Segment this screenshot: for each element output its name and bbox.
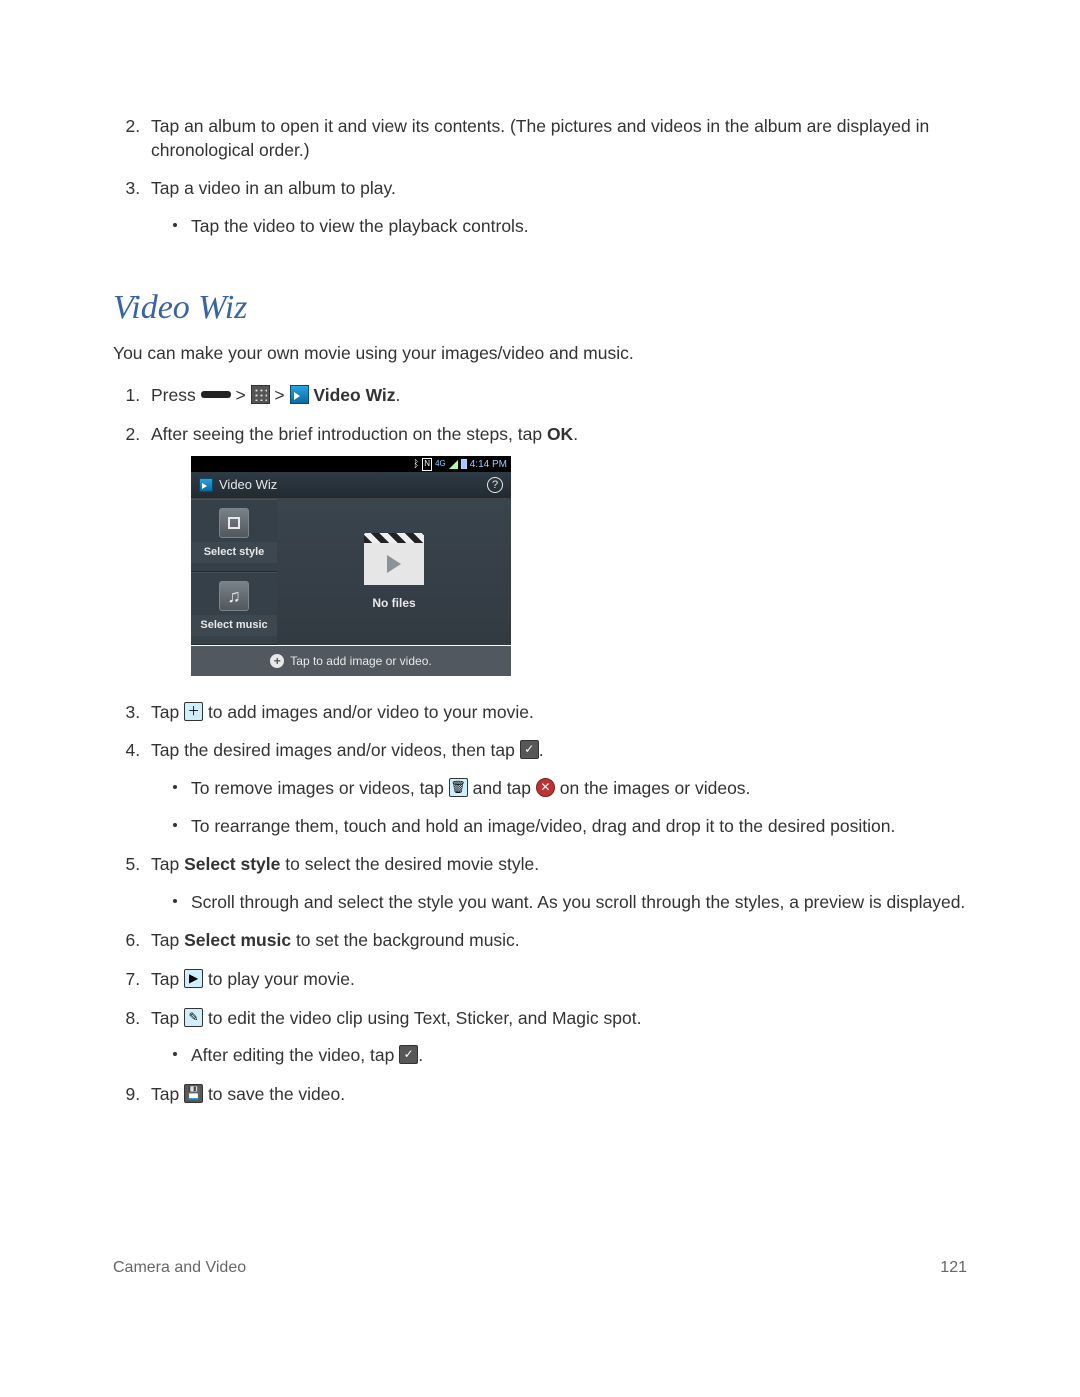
step-5-sub-1: Scroll through and select the style you …: [183, 891, 967, 915]
battery-icon: [461, 459, 467, 469]
app-title: Video Wiz: [219, 476, 277, 494]
section-intro: You can make your own movie using your i…: [113, 342, 967, 366]
add-icon: ＋: [184, 702, 203, 721]
bluetooth-icon: ᛒ: [413, 458, 419, 472]
prior-step-3-text: Tap a video in an album to play.: [151, 178, 396, 198]
save-disk-icon: 💾: [184, 1084, 203, 1103]
4g-icon: 4G: [435, 459, 446, 470]
sidebar: Select style ♫ Select music: [191, 499, 277, 645]
step-4-sub-1: To remove images or videos, tap 🗑 and ta…: [183, 777, 967, 801]
checkmark-icon: ✓: [399, 1045, 418, 1064]
step-5: Tap Select style to select the desired m…: [145, 853, 967, 914]
page-footer: Camera and Video 121: [113, 1257, 967, 1279]
video-wiz-icon: [290, 385, 309, 404]
add-media-bar[interactable]: + Tap to add image or video.: [191, 646, 511, 676]
step-7: Tap ▶ to play your movie.: [145, 968, 967, 992]
video-wiz-steps: Press > > Video Wiz. After seeing the br…: [113, 384, 967, 1107]
prior-step-3: Tap a video in an album to play. Tap the…: [145, 177, 967, 238]
status-time: 4:14 PM: [470, 458, 507, 472]
footer-page-number: 121: [940, 1257, 967, 1279]
checkmark-icon: ✓: [520, 740, 539, 759]
select-music-button[interactable]: ♫ Select music: [191, 572, 277, 645]
play-circle-icon: ▶: [184, 969, 203, 988]
apps-grid-icon: [251, 385, 270, 404]
edit-pencil-icon: ✎: [184, 1008, 203, 1027]
step-8-sub-1: After editing the video, tap ✓.: [183, 1044, 967, 1068]
music-icon: ♫: [227, 584, 241, 608]
add-media-label: Tap to add image or video.: [290, 653, 431, 669]
app-title-bar: Video Wiz ?: [191, 472, 511, 499]
step-2: After seeing the brief introduction on t…: [145, 423, 967, 676]
status-bar: ᛒ N 4G 4:14 PM: [191, 456, 511, 472]
remove-x-icon: ✕: [536, 778, 555, 797]
trash-icon: 🗑: [449, 778, 468, 797]
help-icon[interactable]: ?: [487, 477, 503, 493]
step-3: Tap ＋ to add images and/or video to your…: [145, 701, 967, 725]
video-wiz-small-icon: [199, 478, 213, 492]
footer-section-name: Camera and Video: [113, 1257, 246, 1279]
clapperboard-icon: [364, 533, 424, 585]
step-6: Tap Select music to set the background m…: [145, 929, 967, 953]
home-key-icon: [201, 391, 231, 398]
play-icon: [387, 555, 401, 573]
signal-icon: [449, 460, 458, 469]
step-1: Press > > Video Wiz.: [145, 384, 967, 408]
prior-step-2: Tap an album to open it and view its con…: [145, 115, 967, 162]
add-plus-icon: +: [270, 654, 284, 668]
video-wiz-screenshot: ᛒ N 4G 4:14 PM Video Wiz ? Select styl: [191, 456, 511, 675]
section-heading-video-wiz: Video Wiz: [113, 285, 967, 331]
preview-area: No files: [277, 499, 511, 645]
style-icon: [228, 517, 240, 529]
prior-step-3-sub-1: Tap the video to view the playback contr…: [183, 215, 967, 239]
no-files-label: No files: [372, 595, 415, 611]
step-9: Tap 💾 to save the video.: [145, 1083, 967, 1107]
prior-steps-list: Tap an album to open it and view its con…: [113, 115, 967, 239]
select-style-button[interactable]: Select style: [191, 499, 277, 572]
prior-step-2-text: Tap an album to open it and view its con…: [151, 116, 929, 160]
step-4-sub-2: To rearrange them, touch and hold an ima…: [183, 815, 967, 839]
step-4: Tap the desired images and/or videos, th…: [145, 739, 967, 838]
nfc-icon: N: [422, 458, 432, 471]
step-8: Tap ✎ to edit the video clip using Text,…: [145, 1007, 967, 1068]
